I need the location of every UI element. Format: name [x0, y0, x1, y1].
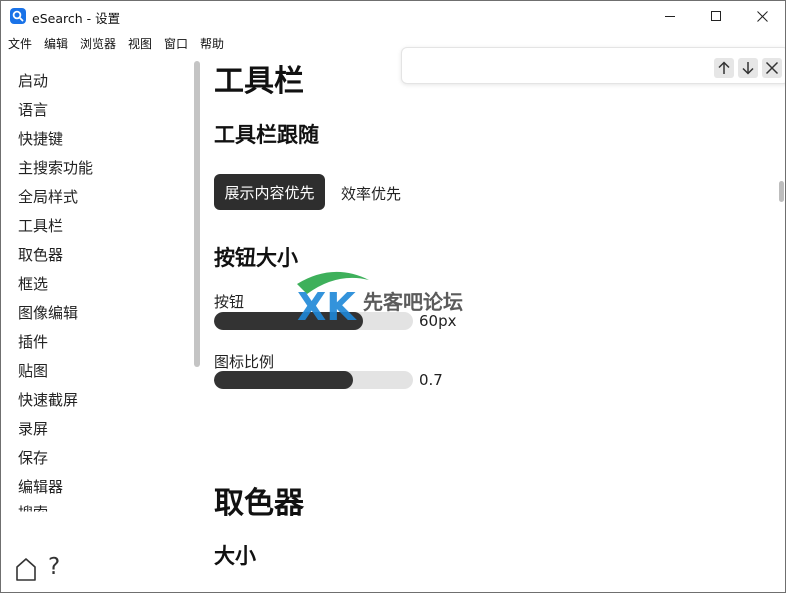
subsection-title-button-size: 按钮大小: [214, 246, 298, 270]
arrow-up-icon: [718, 61, 730, 74]
find-bar: [401, 47, 785, 84]
menu-view[interactable]: 视图: [128, 35, 152, 52]
section-title-toolbar: 工具栏: [214, 64, 304, 99]
watermark-text: 先客吧论坛: [363, 290, 463, 314]
slider-label-icon-ratio: 图标比例: [214, 353, 275, 371]
sidebar-item-toolbar[interactable]: 工具栏: [18, 215, 63, 236]
section-title-color-picker: 取色器: [214, 486, 304, 521]
menu-help[interactable]: 帮助: [200, 35, 224, 52]
find-previous-button[interactable]: [714, 58, 734, 78]
maximize-icon: [710, 10, 721, 21]
option-efficiency-first[interactable]: 效率优先: [341, 183, 401, 204]
sidebar-item-save[interactable]: 保存: [18, 447, 48, 468]
maximize-button[interactable]: [693, 1, 739, 31]
menu-edit[interactable]: 编辑: [44, 35, 68, 52]
close-window-button[interactable]: [739, 1, 785, 31]
window-title: eSearch - 设置: [32, 11, 121, 26]
subsection-title-size: 大小: [214, 544, 256, 568]
sidebar-item-screen-record[interactable]: 录屏: [18, 418, 48, 439]
subsection-title-toolbar-follow: 工具栏跟随: [214, 123, 319, 147]
sidebar-item-quick-screenshot[interactable]: 快速截屏: [18, 389, 78, 410]
home-icon: [16, 558, 36, 581]
forum-watermark: XK 先客吧论坛: [293, 266, 493, 329]
icon-ratio-slider[interactable]: [214, 371, 413, 389]
sidebar-item-image-edit[interactable]: 图像编辑: [18, 302, 78, 323]
sidebar-item-color-picker[interactable]: 取色器: [18, 244, 63, 265]
minimize-button[interactable]: [647, 1, 693, 31]
sidebar-item-pin[interactable]: 贴图: [18, 360, 48, 381]
home-button[interactable]: [14, 556, 38, 584]
menu-browser[interactable]: 浏览器: [80, 35, 116, 52]
settings-sidebar: 启动 语言 快捷键 主搜索功能 全局样式 工具栏 取色器 框选 图像编辑 插件 …: [1, 53, 201, 592]
title-bar[interactable]: eSearch - 设置: [1, 1, 785, 31]
settings-content: 工具栏 工具栏跟随 展示内容优先 效率优先 按钮大小 按钮 60px 图标比例 …: [201, 53, 785, 592]
settings-window: eSearch - 设置 文件 编辑 浏览器 视图 窗口 帮助 启动 语言 快捷…: [0, 0, 786, 593]
close-icon: [756, 10, 768, 22]
close-icon: [765, 61, 779, 75]
help-button[interactable]: ?: [48, 554, 60, 580]
icon-ratio-slider-fill: [214, 371, 354, 389]
menu-window[interactable]: 窗口: [164, 35, 188, 52]
sidebar-item-selection[interactable]: 框选: [18, 273, 48, 294]
sidebar-item-plugins[interactable]: 插件: [18, 331, 48, 352]
arrow-down-icon: [742, 62, 754, 75]
content-scrollbar[interactable]: [779, 181, 784, 202]
sidebar-item-main-search[interactable]: 主搜索功能: [18, 157, 93, 178]
sidebar-item-shortcuts[interactable]: 快捷键: [18, 128, 63, 149]
sidebar-item-language[interactable]: 语言: [18, 99, 48, 120]
sidebar-item-global-style[interactable]: 全局样式: [18, 186, 78, 207]
minimize-icon: [664, 15, 675, 17]
sidebar-item-startup[interactable]: 启动: [18, 70, 48, 91]
slider-label-button: 按钮: [214, 293, 245, 311]
icon-ratio-value: 0.7: [419, 371, 443, 389]
sidebar-scrollbar[interactable]: [194, 61, 200, 367]
app-search-icon: [10, 8, 26, 24]
sidebar-item-editor[interactable]: 编辑器: [18, 476, 63, 497]
sidebar-item-search[interactable]: 搜索: [18, 502, 48, 511]
find-close-button[interactable]: [762, 58, 782, 78]
option-content-first[interactable]: 展示内容优先: [214, 174, 325, 210]
menu-file[interactable]: 文件: [8, 35, 32, 52]
find-next-button[interactable]: [738, 58, 758, 78]
watermark-logo-icon: XK: [297, 271, 369, 329]
watermark-logo-text: XK: [297, 285, 357, 326]
